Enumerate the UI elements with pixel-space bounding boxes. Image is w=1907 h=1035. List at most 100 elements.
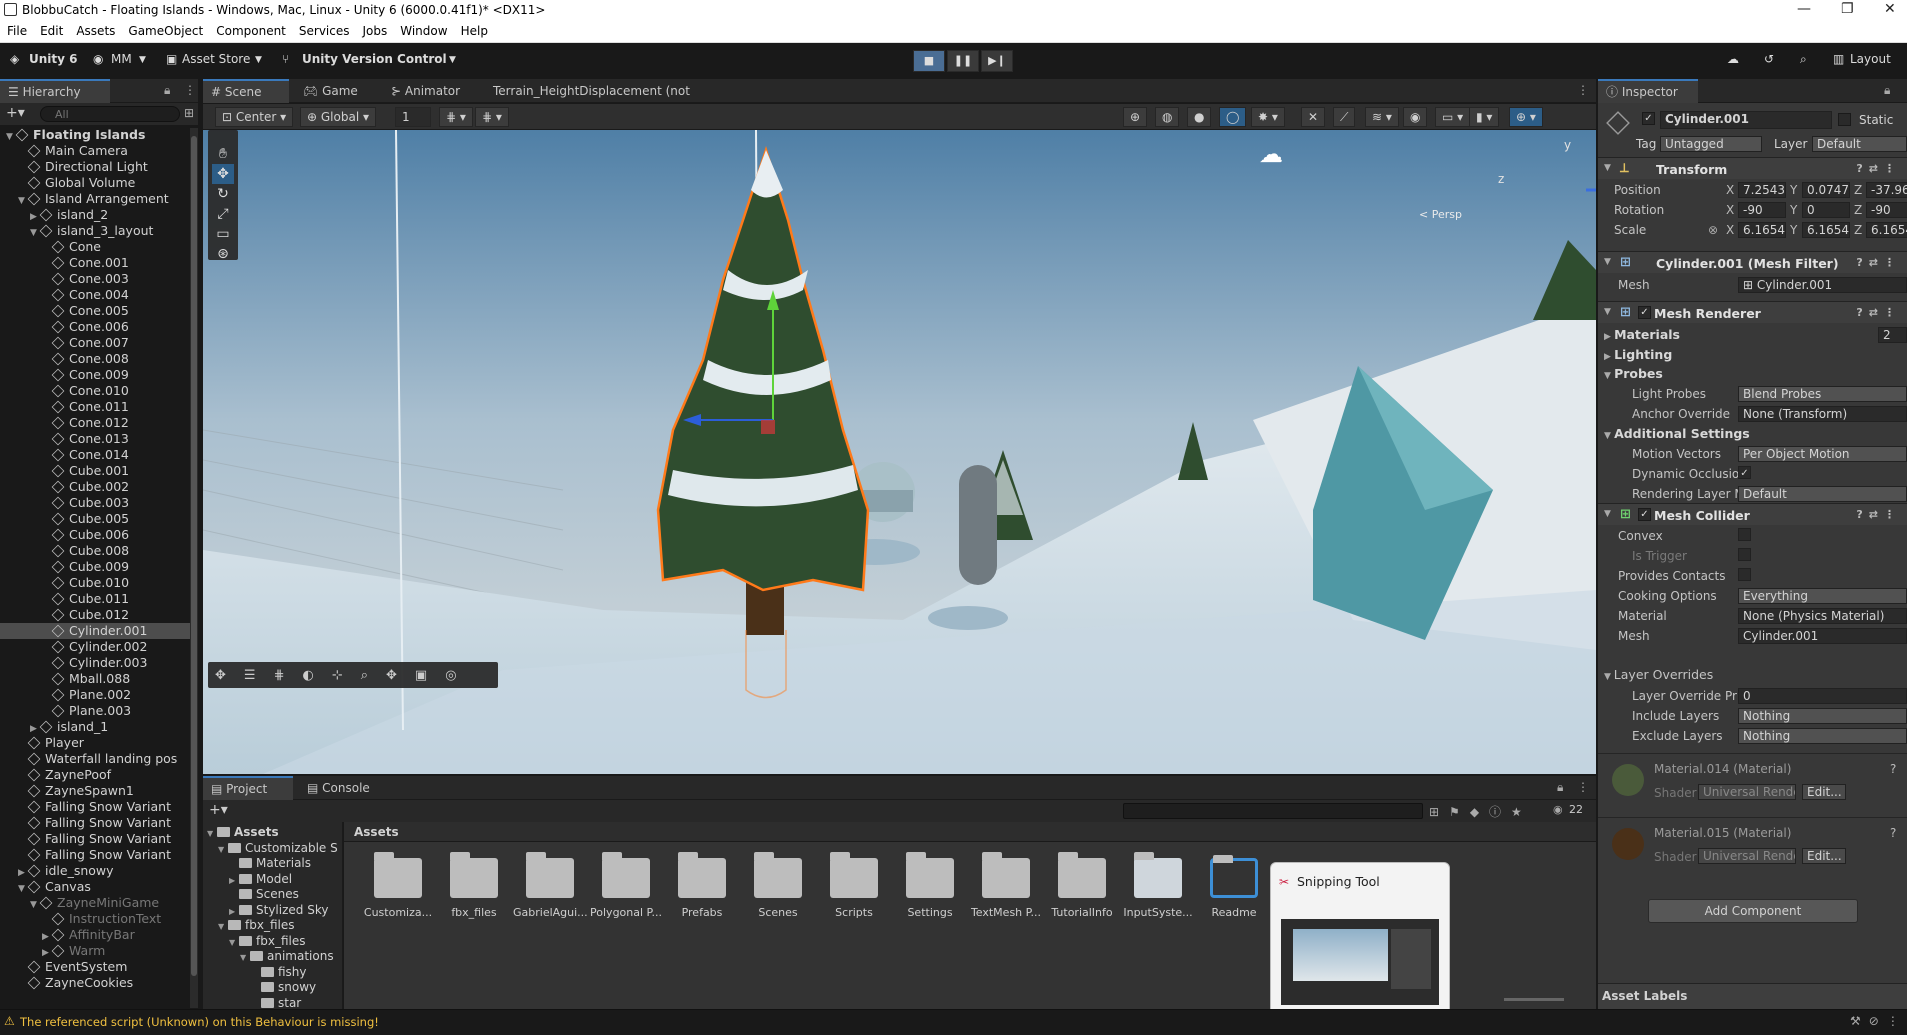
hierarchy-item[interactable]: Cylinder.002: [0, 639, 190, 655]
hierarchy-item[interactable]: Cone: [0, 239, 190, 255]
project-search-input[interactable]: [1123, 803, 1423, 819]
scale-z-field[interactable]: 6.1654: [1866, 222, 1907, 238]
rect-tool-icon[interactable]: ▭: [212, 224, 234, 244]
layer-overrides-section[interactable]: ▼ Layer Overrides: [1604, 667, 1713, 682]
pause-button[interactable]: ❚❚: [947, 50, 979, 72]
chevron-down-icon[interactable]: ▼: [30, 900, 40, 910]
asset-item[interactable]: TutorialInfo: [1045, 852, 1119, 919]
hierarchy-item[interactable]: Cone.003: [0, 271, 190, 287]
hierarchy-item[interactable]: ▼ Canvas: [0, 879, 190, 895]
hierarchy-item[interactable]: Cone.014: [0, 447, 190, 463]
scene-viewport[interactable]: ☁ < Persp y z ✋︎ ✥ ↻ ⤢ ▭ ⊛ ✥☰⋕◐⊹⌕✥▣◎: [203, 130, 1596, 774]
more-icon[interactable]: ⋮: [1577, 83, 1589, 97]
chevron-right-icon[interactable]: ▶: [229, 907, 239, 916]
space-dropdown[interactable]: ⊕ Global ▾: [300, 107, 376, 127]
compass-icon[interactable]: ◎: [445, 668, 474, 683]
menu-item-jobs[interactable]: Jobs: [356, 22, 394, 38]
hierarchy-item[interactable]: Falling Snow Variant: [0, 815, 190, 831]
component-menu-icons[interactable]: ?⇄⋮: [1856, 306, 1901, 319]
add-component-button[interactable]: Add Component: [1648, 899, 1858, 923]
hierarchy-item[interactable]: ▼ ZayneMiniGame: [0, 895, 190, 911]
tab-game[interactable]: 🎮︎ Game: [295, 79, 366, 103]
hierarchy-item[interactable]: Cylinder.003: [0, 655, 190, 671]
component-menu-icons[interactable]: ?⇄⋮: [1856, 508, 1901, 521]
search-icon[interactable]: ⌕: [1800, 52, 1807, 67]
light-probes-field[interactable]: Blend Probes: [1738, 386, 1907, 402]
audio-mute-icon[interactable]: ✕: [1301, 107, 1326, 127]
static-checkbox[interactable]: [1838, 113, 1851, 126]
shading-icon[interactable]: ◐: [302, 668, 331, 683]
restore-icon[interactable]: ❐: [1841, 1, 1854, 17]
chevron-down-icon[interactable]: ▼: [218, 845, 228, 854]
grid-icon[interactable]: ⋕: [274, 668, 303, 683]
additional-settings-section[interactable]: ▼ Additional Settings: [1604, 426, 1750, 441]
edit-shader-button[interactable]: Edit...: [1802, 784, 1846, 800]
hierarchy-item[interactable]: ▶ Warm: [0, 943, 190, 959]
asset-item[interactable]: Readme: [1197, 855, 1271, 919]
hierarchy-item[interactable]: Cube.005: [0, 511, 190, 527]
asset-item[interactable]: Scripts: [817, 852, 891, 919]
asset-item[interactable]: Prefabs: [665, 852, 739, 919]
hierarchy-item[interactable]: Cone.005: [0, 303, 190, 319]
menu-item-services[interactable]: Services: [292, 22, 356, 38]
mesh-renderer-checkbox[interactable]: ✓: [1638, 306, 1651, 319]
unity-version-label[interactable]: Unity 6: [29, 52, 78, 66]
draw-mode-icon[interactable]: ⊕: [1123, 107, 1148, 127]
grid-toggle-button[interactable]: ⋕ ▾: [475, 107, 509, 127]
gizmos-icon[interactable]: ▮ ▾: [1469, 107, 1500, 127]
folder-tree-item[interactable]: snowy: [203, 980, 316, 996]
provides-contacts-checkbox[interactable]: [1738, 568, 1751, 581]
debug-icon[interactable]: ✸ ▾: [1251, 107, 1285, 127]
asset-item[interactable]: TextMesh P...: [969, 852, 1043, 919]
scale-y-field[interactable]: 6.1654: [1802, 222, 1850, 238]
position-y-field[interactable]: 0.0747: [1802, 182, 1850, 198]
folder-tree-item[interactable]: ▼ fbx_files: [203, 934, 305, 950]
hierarchy-item[interactable]: ▼ island_3_layout: [0, 223, 190, 239]
convex-checkbox[interactable]: [1738, 528, 1751, 541]
folder-tree-item[interactable]: fishy: [203, 965, 307, 981]
hierarchy-search-input[interactable]: [40, 106, 180, 122]
lock-icon[interactable]: 🔒︎: [1884, 83, 1890, 98]
tab-inspector[interactable]: ⓘ Inspector: [1598, 79, 1698, 103]
asset-item[interactable]: Customiza...: [361, 852, 435, 919]
zoom-icon[interactable]: ⌕: [361, 668, 386, 683]
hierarchy-item[interactable]: Cube.010: [0, 575, 190, 591]
asset-labels-bar[interactable]: Asset Labels: [1598, 983, 1907, 1009]
transform-header[interactable]: ▼ ⟂ Transform ?⇄⋮: [1598, 157, 1907, 179]
tab-terrain-shader[interactable]: Terrain_HeightDisplacement (not: [485, 79, 698, 103]
project-filter-icons[interactable]: ⊞⚑◆ⓘ★: [1429, 803, 1532, 820]
gizmos-toggle-icon[interactable]: ⊕ ▾: [1509, 107, 1543, 127]
hierarchy-item[interactable]: Cube.012: [0, 607, 190, 623]
hierarchy-item[interactable]: Cone.013: [0, 431, 190, 447]
lock-icon[interactable]: 🔒︎: [164, 83, 170, 98]
cloud-icon[interactable]: ☁: [1727, 52, 1739, 66]
chevron-down-icon[interactable]: ▼: [6, 132, 16, 142]
grid-snap-button[interactable]: ⋕ ▾: [439, 107, 473, 127]
zoom-slider[interactable]: [1504, 998, 1564, 1001]
chevron-right-icon[interactable]: ▶: [42, 948, 52, 958]
hierarchy-item[interactable]: ZaynePoof: [0, 767, 190, 783]
menu-item-edit[interactable]: Edit: [33, 22, 69, 38]
hierarchy-item[interactable]: InstructionText: [0, 911, 190, 927]
chevron-down-icon[interactable]: ▼: [30, 228, 40, 238]
chevron-right-icon[interactable]: ▶: [229, 876, 239, 885]
hierarchy-item[interactable]: Cone.001: [0, 255, 190, 271]
hierarchy-item[interactable]: ZayneCookies: [0, 975, 190, 991]
materials-count-field[interactable]: 2: [1878, 327, 1907, 343]
rendering-layer-field[interactable]: Default: [1738, 486, 1907, 502]
folder-tree-item[interactable]: ▶ Stylized Sky: [203, 903, 328, 919]
mesh-collider-header[interactable]: ▼ ⊞ ✓ Mesh Collider ?⇄⋮: [1598, 503, 1907, 525]
hierarchy-item[interactable]: Falling Snow Variant: [0, 799, 190, 815]
hierarchy-item[interactable]: Cube.011: [0, 591, 190, 607]
menu-item-file[interactable]: File: [0, 22, 33, 38]
menu-item-window[interactable]: Window: [393, 22, 453, 38]
visibility-icon[interactable]: ◉: [1403, 107, 1428, 127]
menu-item-assets[interactable]: Assets: [69, 22, 121, 38]
hierarchy-item[interactable]: Cone.010: [0, 383, 190, 399]
physics-material-field[interactable]: None (Physics Material): [1738, 608, 1907, 624]
mesh-filter-header[interactable]: ▼ ⊞ Cylinder.001 (Mesh Filter) ?⇄⋮: [1598, 251, 1907, 273]
status-icons[interactable]: ⚒⊘⋮: [1850, 1014, 1907, 1028]
active-checkbox[interactable]: ✓: [1642, 112, 1655, 125]
rotation-y-field[interactable]: 0: [1802, 202, 1850, 218]
rotate-tool-icon[interactable]: ↻: [212, 184, 234, 204]
